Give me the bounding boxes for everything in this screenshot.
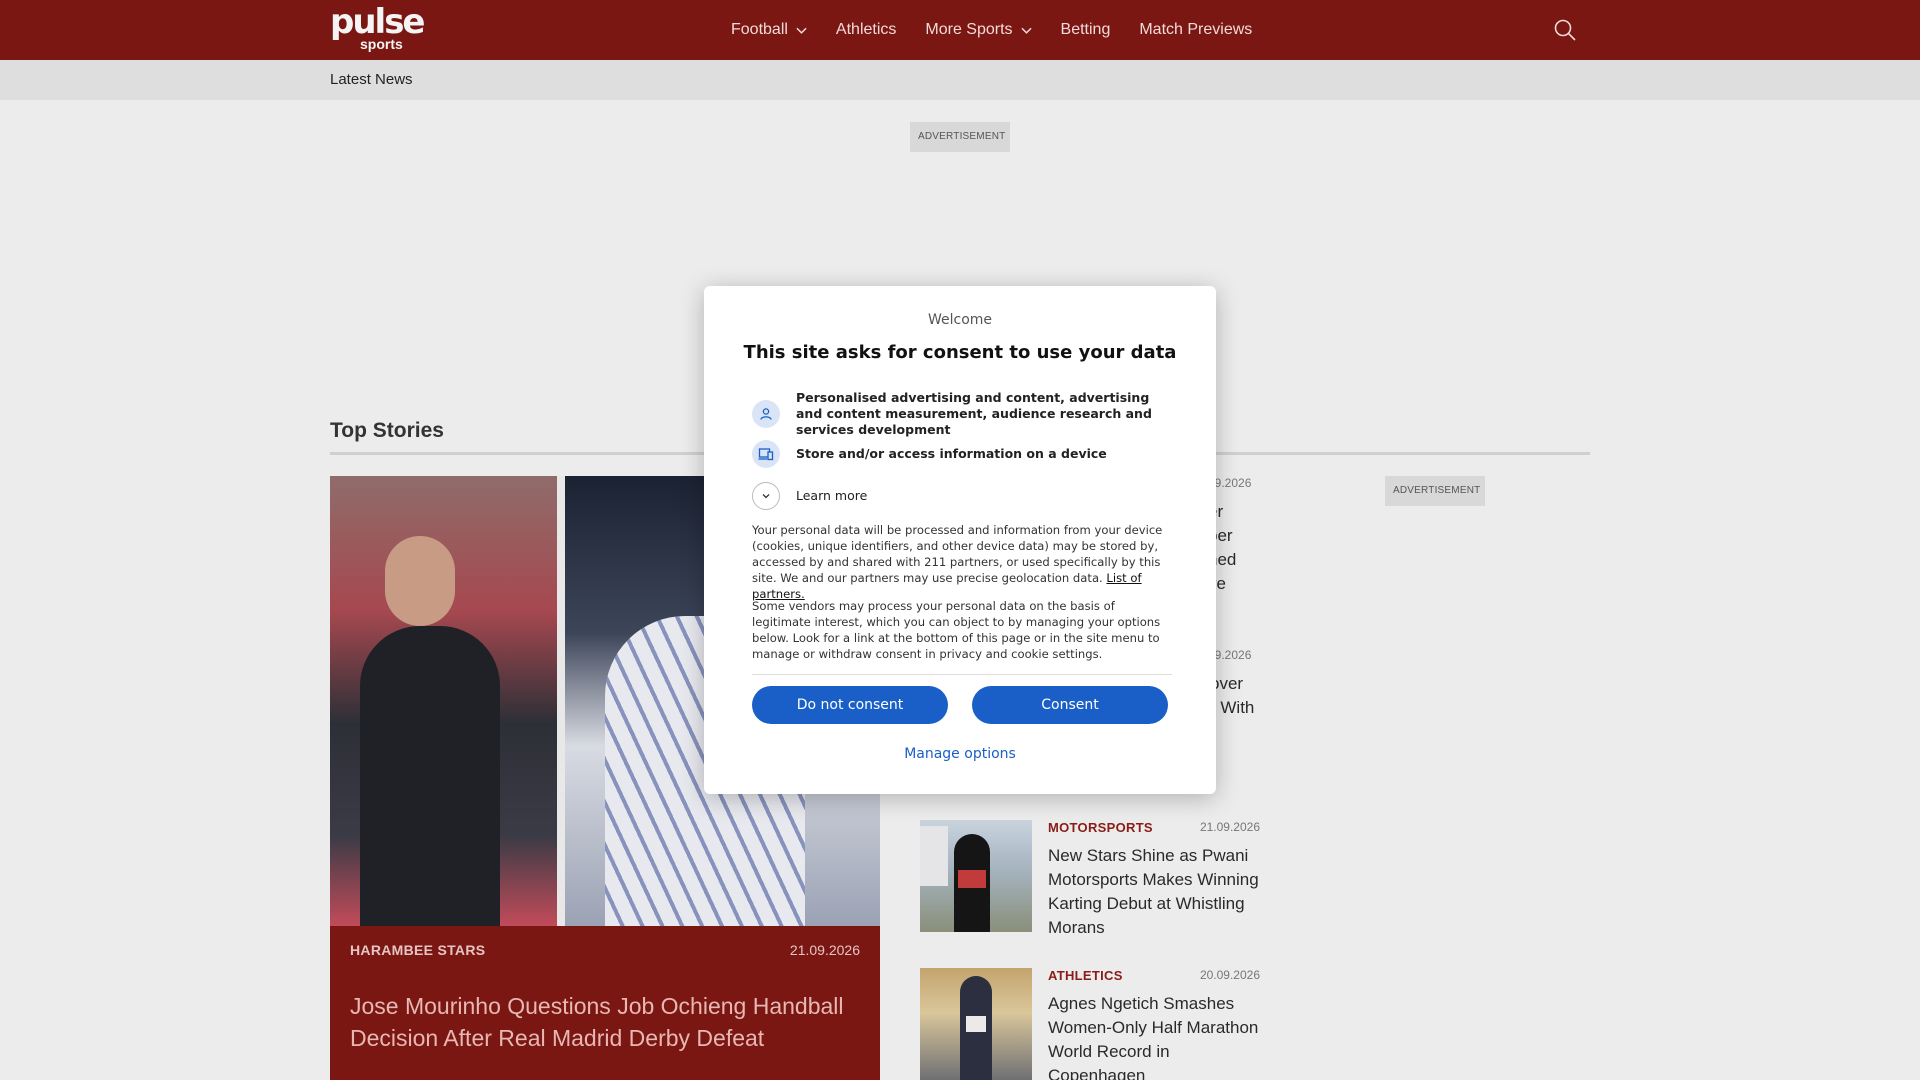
purpose-text: Store and/or access information on a dev… [796, 446, 1107, 461]
do-not-consent-button[interactable]: Do not consent [752, 686, 948, 724]
consent-dialog: Welcome This site asks for consent to us… [704, 286, 1216, 794]
consent-paragraph: Some vendors may process your personal d… [752, 599, 1161, 661]
consent-button[interactable]: Consent [972, 686, 1168, 724]
learn-more-toggle[interactable]: Learn more [752, 482, 1172, 510]
purpose-store-info: Store and/or access information on a dev… [752, 440, 1172, 468]
dialog-divider [752, 674, 1172, 675]
purpose-text: Personalised advertising and content, ad… [796, 390, 1152, 437]
learn-more-label[interactable]: Learn more [796, 488, 867, 504]
dialog-welcome: Welcome [927, 312, 993, 328]
purpose-personalised-ads: Personalised advertising and content, ad… [752, 390, 1172, 438]
manage-options-link[interactable]: Manage options [704, 746, 1216, 762]
consent-paragraph: Your personal data will be processed and… [752, 523, 1163, 585]
dialog-title: This site asks for consent to use your d… [743, 342, 1177, 363]
chevron-down-icon[interactable] [752, 482, 780, 510]
consent-info-text: Your personal data will be processed and… [752, 522, 1172, 602]
person-icon [752, 400, 780, 428]
device-icon [752, 440, 780, 468]
